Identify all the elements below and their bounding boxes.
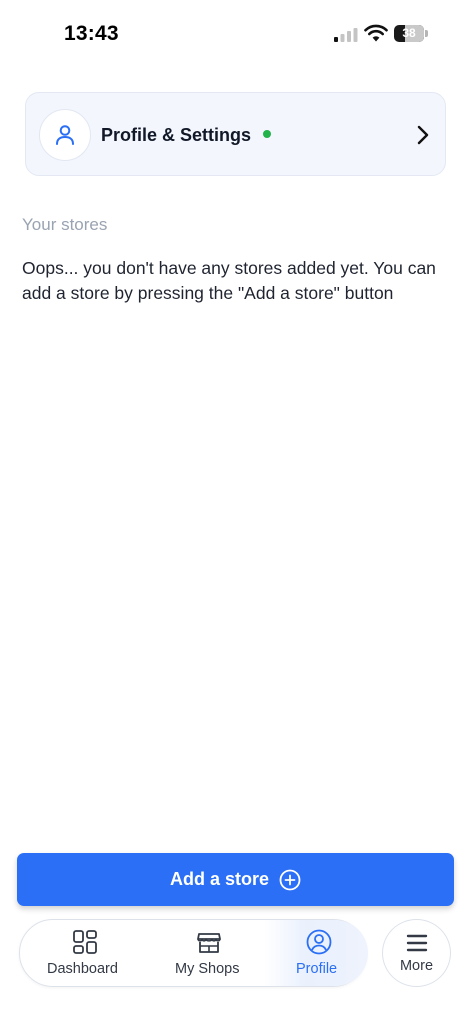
more-label: More	[399, 958, 434, 974]
tab-my-shops[interactable]: My Shops	[148, 920, 272, 986]
profile-icon	[306, 929, 332, 955]
dashboard-icon	[73, 930, 97, 954]
your-stores-label: Your stores	[22, 215, 108, 234]
wifi-icon	[364, 24, 388, 42]
battery-level: 38	[402, 26, 416, 40]
profile-settings-card[interactable]: Profile & Settings	[25, 92, 446, 176]
profile-settings-title: Profile & Settings	[101, 125, 252, 145]
add-store-button[interactable]: Add a store	[17, 853, 454, 906]
tab-profile-label: Profile	[296, 961, 338, 977]
plus-circle-icon	[279, 869, 301, 890]
empty-stores-message: Oops... you don't have any stores added …	[22, 258, 436, 303]
tab-profile[interactable]: Profile	[264, 920, 368, 986]
add-store-label: Add a store	[169, 869, 270, 889]
signal-icon	[334, 28, 358, 42]
tab-dashboard-label: Dashboard	[47, 961, 118, 977]
bottom-tab-bar: Dashboard My Shops Profile	[19, 919, 368, 987]
app-screen: 13:43 38 Profile & Settings Your stores …	[0, 0, 471, 1024]
menu-icon	[406, 934, 428, 952]
status-time: 13:43	[64, 22, 119, 45]
chevron-right-icon	[417, 125, 429, 145]
more-button[interactable]: More	[382, 919, 451, 987]
status-bar: 13:43 38	[0, 0, 471, 68]
shop-icon	[197, 933, 221, 953]
tab-my-shops-label: My Shops	[175, 961, 240, 977]
tab-dashboard[interactable]: Dashboard	[20, 920, 148, 986]
battery-icon: 38	[394, 25, 428, 42]
user-icon	[39, 109, 91, 161]
online-status-dot	[263, 130, 271, 138]
